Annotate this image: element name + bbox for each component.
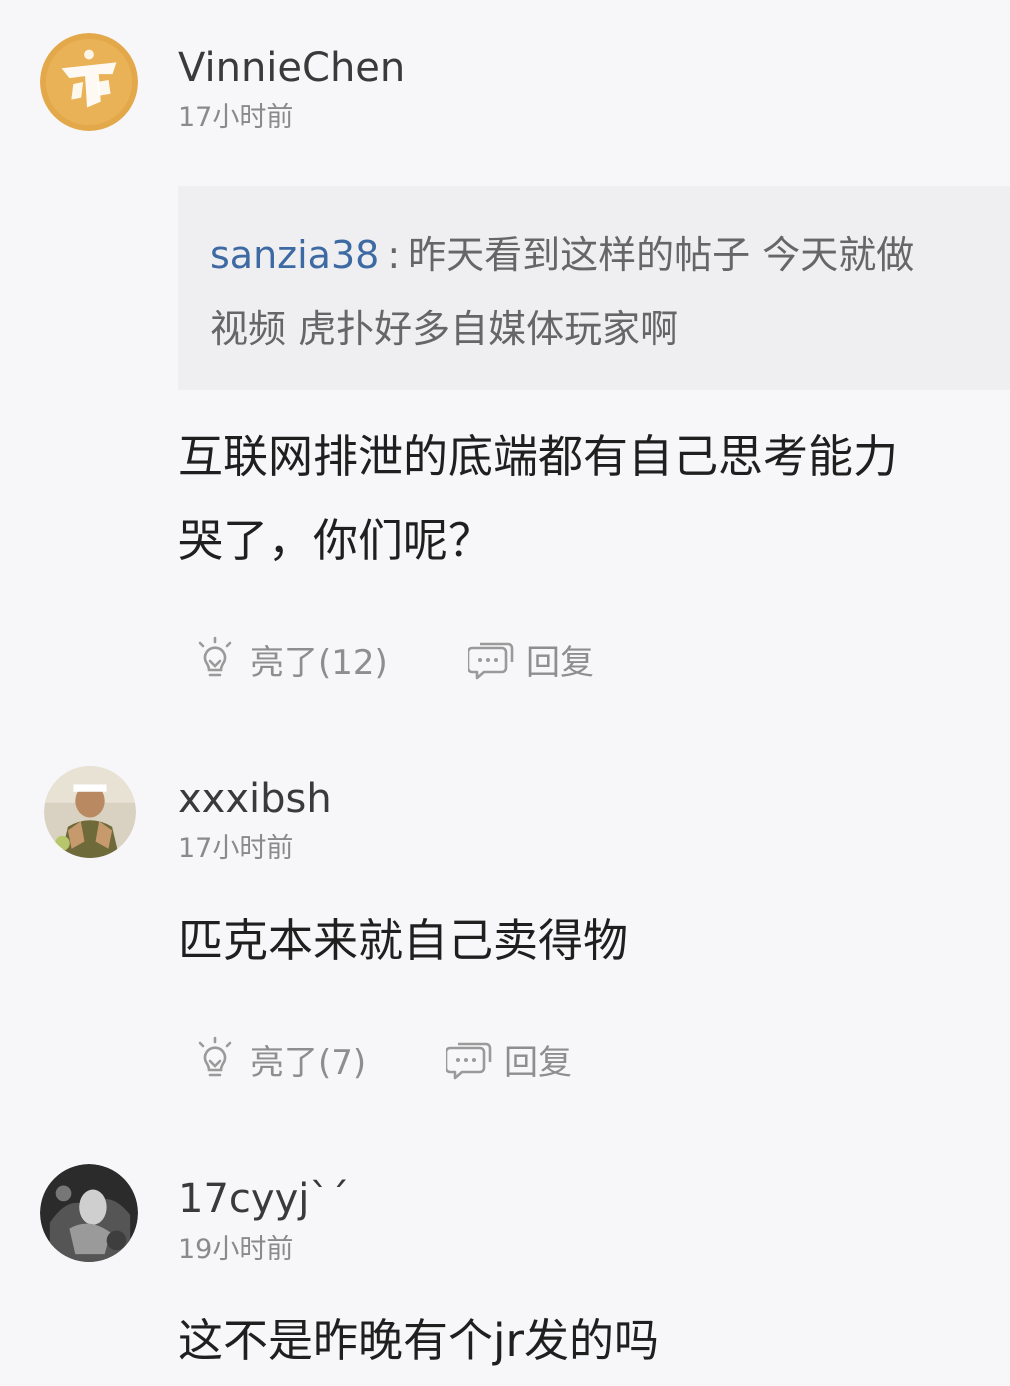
lightbulb-icon xyxy=(192,1036,238,1082)
like-button[interactable]: 亮了(12) xyxy=(192,634,388,684)
comment-item: 17cyyj`´ 19小时前 这不是昨晚有个jr发的吗 xyxy=(0,1140,1010,1386)
comment-body-line: 匹克本来就自己卖得物 xyxy=(178,914,629,967)
gold-badge-avatar-icon xyxy=(40,33,138,131)
like-count-label: 亮了(12) xyxy=(250,642,388,683)
quoted-username[interactable]: sanzia38 xyxy=(210,233,379,277)
timestamp: 17小时前 xyxy=(178,102,294,133)
lightbulb-icon xyxy=(192,636,238,682)
dark-photo-avatar-icon xyxy=(40,1164,138,1262)
like-count-label: 亮了(7) xyxy=(250,1042,367,1083)
user-avatar[interactable] xyxy=(40,1164,138,1262)
user-avatar[interactable] xyxy=(44,766,136,858)
reply-button[interactable]: 回复 xyxy=(468,634,594,684)
comment-item: VinnieChen 17小时前 sanzia38: 昨天看到这样的帖子 今天就做… xyxy=(0,0,1010,720)
comment-body-line: 这不是昨晚有个jr发的吗 xyxy=(178,1314,660,1367)
username[interactable]: 17cyyj`´ xyxy=(178,1179,349,1219)
comment-body-line: 哭了，你们呢？ xyxy=(178,514,494,567)
like-button[interactable]: 亮了(7) xyxy=(192,1034,366,1084)
timestamp: 17小时前 xyxy=(178,833,294,864)
reply-label: 回复 xyxy=(504,1042,572,1083)
quote-separator: : xyxy=(387,233,401,277)
quoted-reply[interactable]: sanzia38: 昨天看到这样的帖子 今天就做 视频 虎扑好多自媒体玩家啊 xyxy=(178,186,1010,390)
person-photo-avatar-icon xyxy=(44,766,136,858)
username[interactable]: xxxibsh xyxy=(178,779,332,819)
quote-line-1: sanzia38: 昨天看到这样的帖子 今天就做 xyxy=(210,236,914,274)
timestamp: 19小时前 xyxy=(178,1234,294,1265)
reply-label: 回复 xyxy=(526,642,594,683)
username[interactable]: VinnieChen xyxy=(178,48,405,88)
user-avatar[interactable] xyxy=(40,33,138,131)
quote-text-2: 视频 虎扑好多自媒体玩家啊 xyxy=(210,307,679,351)
chat-bubble-icon xyxy=(468,636,514,682)
comment-item: xxxibsh 17小时前 匹克本来就自己卖得物 亮了(7) 回复 xyxy=(0,720,1010,1140)
quote-text-1: 昨天看到这样的帖子 今天就做 xyxy=(408,233,915,277)
chat-bubble-icon xyxy=(446,1036,492,1082)
reply-button[interactable]: 回复 xyxy=(446,1034,572,1084)
comment-body-line: 互联网排泄的底端都有自己思考能力 xyxy=(178,430,899,483)
